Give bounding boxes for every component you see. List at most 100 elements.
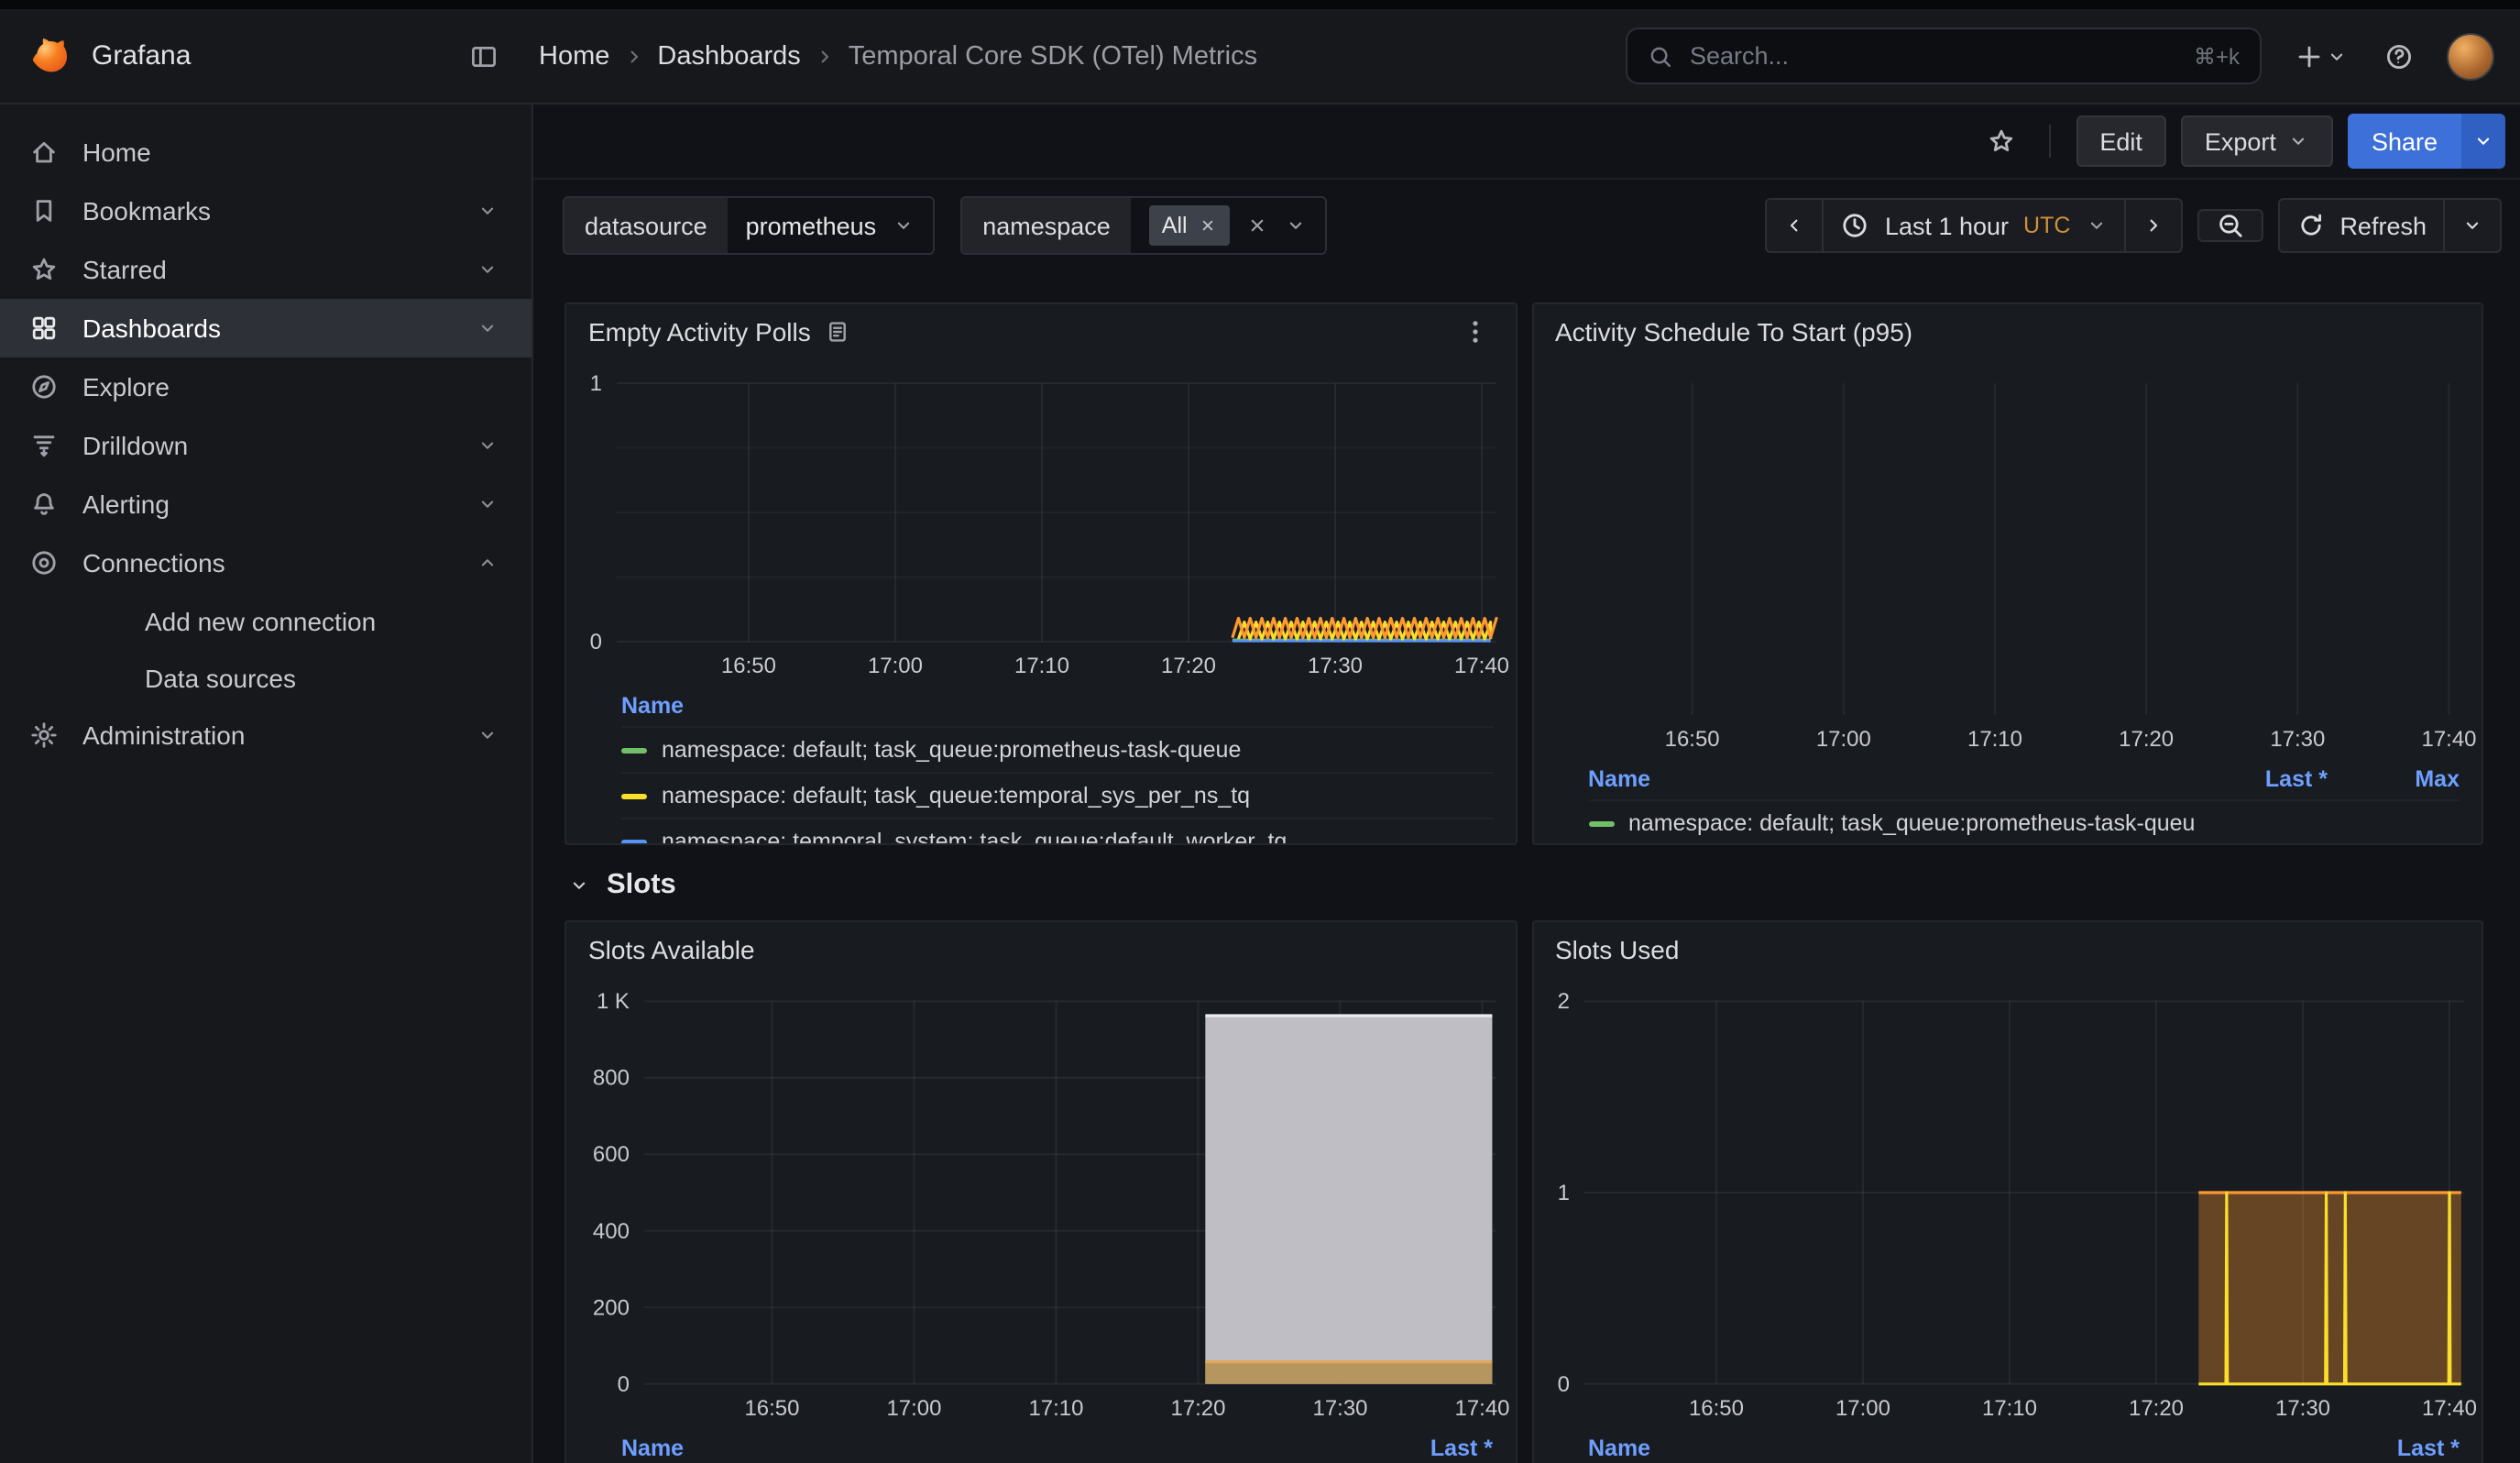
svg-text:1: 1	[1557, 1181, 1569, 1205]
zoom-out-button[interactable]	[2197, 209, 2263, 242]
svg-text:2: 2	[1557, 989, 1569, 1014]
breadcrumb: HomeDashboardsTemporal Core SDK (OTel) M…	[539, 41, 1257, 71]
refresh-icon	[2295, 211, 2325, 240]
row-title: Slots	[607, 869, 676, 902]
variable-datasource[interactable]: datasource prometheus	[563, 196, 935, 255]
variable-namespace[interactable]: namespace All	[960, 196, 1326, 255]
header-actions: Search... ⌘+k	[1626, 28, 2494, 84]
sidebar-item-label: Alerting	[82, 490, 170, 519]
svg-text:17:30: 17:30	[1308, 654, 1363, 678]
chevright-icon	[622, 45, 644, 67]
legend-column-header[interactable]: Last *	[2196, 766, 2328, 792]
clear-selection-icon[interactable]	[1246, 214, 1268, 236]
dock-sidebar-button[interactable]	[462, 34, 506, 78]
home-icon	[29, 138, 59, 167]
favorite-star-button[interactable]	[1978, 119, 2022, 163]
main-area: Edit Export Share datasource	[533, 104, 2520, 1463]
grafana-logo[interactable]	[26, 32, 73, 80]
sidebar-item-alerting[interactable]: Alerting	[0, 475, 531, 534]
variable-label: datasource	[564, 198, 728, 253]
chart[interactable]: 16:5017:0017:1017:2017:3017:40	[1533, 359, 2482, 759]
sidebar-item-connections[interactable]: Connections	[0, 534, 531, 592]
chevdown-icon	[477, 434, 499, 456]
chevron-down-icon	[2287, 130, 2309, 152]
timezone-label: UTC	[2023, 213, 2070, 238]
chip-remove-icon[interactable]	[1199, 216, 1217, 235]
svg-text:17:20: 17:20	[2128, 1396, 2183, 1421]
sidebar-item-bookmarks[interactable]: Bookmarks	[0, 182, 531, 240]
sidebar-item-starred[interactable]: Starred	[0, 240, 531, 299]
legend-row[interactable]: namespace: default; task_queue:prometheu…	[1588, 799, 2460, 845]
series-color-marker	[621, 747, 647, 753]
user-avatar[interactable]	[2447, 32, 2494, 80]
chart[interactable]: 16:5017:0017:1017:2017:3017:40012	[1533, 977, 2482, 1428]
search-input[interactable]: Search... ⌘+k	[1626, 28, 2262, 84]
breadcrumb-item[interactable]: Dashboards	[657, 41, 800, 71]
panel-title[interactable]: Empty Activity Polls	[588, 317, 811, 346]
bookmark-icon	[29, 196, 59, 226]
edit-button[interactable]: Edit	[2076, 116, 2166, 167]
svg-text:17:40: 17:40	[1454, 654, 1509, 678]
chart[interactable]: 16:5017:0017:1017:2017:3017:4001	[566, 359, 1515, 686]
share-caret-button[interactable]	[2461, 114, 2505, 169]
series-color-marker	[1588, 820, 1614, 826]
sidebar-item-dashboards[interactable]: Dashboards	[0, 299, 531, 358]
breadcrumb-item[interactable]: Home	[539, 41, 609, 71]
legend-row[interactable]: namespace: default; task_queue:temporal_…	[621, 772, 1493, 818]
share-button-label: Share	[2372, 127, 2438, 155]
legend-row[interactable]: namespace: temporal_system; task_queue:d…	[621, 818, 1493, 845]
sidebar: Home BookmarksStarredDashboardsExplore Dri…	[0, 104, 533, 1463]
share-button[interactable]: Share	[2348, 114, 2461, 169]
legend-column-header[interactable]: Last *	[2328, 1436, 2460, 1461]
sidebar-item-drilldown[interactable]: Drilldown	[0, 416, 531, 475]
legend-column-header[interactable]: Name	[1588, 766, 2196, 792]
svg-text:17:10: 17:10	[1981, 1396, 2036, 1421]
legend-column-header[interactable]: Name	[621, 693, 1493, 719]
row-header-slots[interactable]: Slots	[568, 869, 2483, 902]
svg-text:400: 400	[593, 1219, 630, 1244]
panel-title[interactable]: Slots Available	[588, 935, 755, 964]
legend-column-header[interactable]: Name	[621, 1436, 1361, 1461]
sidebar-subitem-data-sources[interactable]: Data sources	[0, 649, 531, 706]
sidebar-subitem-add-new-connection[interactable]: Add new connection	[0, 592, 531, 649]
help-button[interactable]	[2381, 38, 2417, 74]
panel-empty-activity-polls: Empty Activity Polls 16:5017:0017:1017:	[564, 302, 1517, 845]
sidebar-item-home[interactable]: Home	[0, 123, 531, 182]
series-color-marker	[621, 839, 647, 844]
legend-column-header[interactable]: Name	[1588, 1436, 2328, 1461]
svg-text:17:00: 17:00	[1835, 1396, 1890, 1421]
time-shift-forward-button[interactable]	[2123, 198, 2182, 253]
legend-column-header[interactable]: Max	[2328, 766, 2460, 792]
refresh-button[interactable]: Refresh	[2277, 198, 2445, 253]
plug-icon	[29, 548, 59, 578]
time-range-button[interactable]: Last 1 hour UTC	[1823, 198, 2126, 253]
export-button[interactable]: Export	[2181, 116, 2333, 167]
kebab-menu-icon	[1460, 317, 1489, 346]
panel-title[interactable]: Slots Used	[1555, 935, 1679, 964]
sidebar-item-explore[interactable]: Explore	[0, 358, 531, 416]
svg-text:17:30: 17:30	[2269, 727, 2324, 752]
panel-title[interactable]: Activity Schedule To Start (p95)	[1555, 317, 1912, 346]
value-chip-all[interactable]: All	[1149, 205, 1230, 246]
app-header: Grafana HomeDashboardsTemporal Core SDK …	[0, 9, 2520, 104]
sidebar-item-administration[interactable]: Administration	[0, 706, 531, 764]
chevdown-icon	[477, 724, 499, 746]
svg-text:17:10: 17:10	[1967, 727, 2021, 752]
legend-column-header[interactable]: Last *	[1361, 1436, 1493, 1461]
panel-left-icon	[469, 41, 499, 71]
legend-row[interactable]: namespace: default; task_queue:prometheu…	[621, 726, 1493, 772]
svg-text:1 K: 1 K	[597, 989, 630, 1014]
refresh-caret-button[interactable]	[2443, 198, 2502, 253]
chart[interactable]: 16:5017:0017:1017:2017:3017:400200400600…	[566, 977, 1515, 1428]
svg-text:0: 0	[590, 630, 602, 654]
svg-text:17:20: 17:20	[1161, 654, 1216, 678]
new-item-button[interactable]	[2291, 38, 2351, 74]
panel-menu-button[interactable]	[1456, 314, 1493, 350]
panel-description-icon[interactable]	[826, 319, 851, 345]
dashboard-content: Empty Activity Polls 16:5017:0017:1017:	[533, 270, 2520, 1463]
sidebar-item-label: Drilldown	[82, 431, 188, 460]
time-shift-back-button[interactable]	[1766, 198, 1824, 253]
chevron-left-icon	[1784, 214, 1806, 236]
legend-series-name: namespace: default; task_queue:prometheu…	[662, 737, 1493, 763]
sidebar-item-label: Home	[82, 138, 151, 167]
